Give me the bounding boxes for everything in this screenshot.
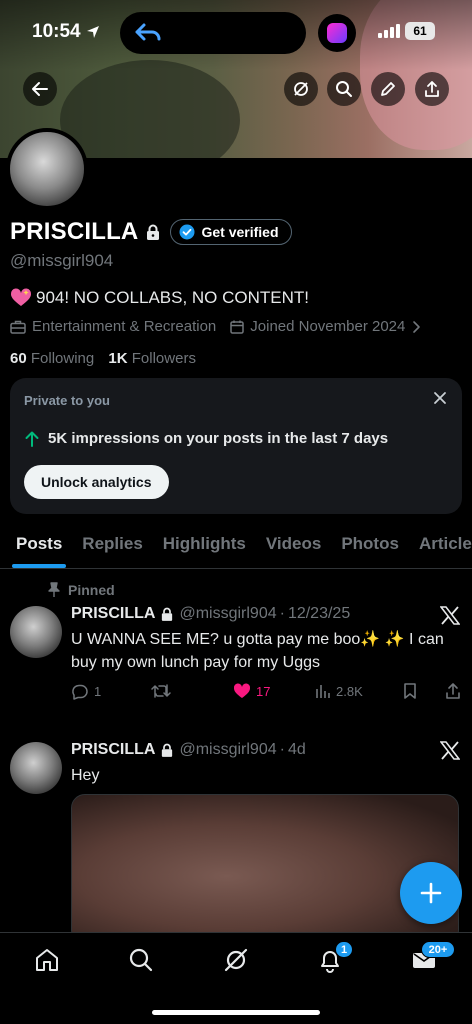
following-link[interactable]: 60 Following (10, 350, 94, 367)
tab-videos[interactable]: Videos (256, 520, 331, 568)
home-icon[interactable] (34, 947, 60, 973)
share-button[interactable] (415, 72, 449, 106)
grok-icon (294, 82, 308, 96)
views-count: 2.8K (336, 683, 363, 699)
analytics-card: Private to you 5K impressions on your po… (10, 378, 462, 514)
arrow-up-icon (25, 431, 39, 447)
get-verified-label: Get verified (201, 224, 279, 240)
post-separator: · (279, 605, 285, 622)
profile-bio: 904! NO COLLABS, NO CONTENT! (10, 288, 309, 308)
back-to-app-icon[interactable] (134, 21, 162, 45)
tab-replies[interactable]: Replies (72, 520, 152, 568)
post-actions: 1 17 2.8K (71, 682, 463, 700)
bio-text: 904! NO COLLABS, NO CONTENT! (36, 288, 310, 307)
home-indicator[interactable] (152, 1010, 320, 1015)
post-author-name[interactable]: PRISCILLA (71, 741, 155, 759)
repost-icon (151, 684, 171, 698)
followers-label: Followers (131, 350, 196, 367)
profile-joined: Joined November 2024 (250, 318, 406, 335)
bookmark-action[interactable] (403, 682, 445, 700)
notifications-badge: 1 (335, 941, 353, 958)
analytics-card-label: Private to you (24, 393, 110, 408)
tab-highlights[interactable]: Highlights (153, 520, 256, 568)
share-icon (425, 81, 439, 97)
profile-handle: @missgirl904 (10, 251, 114, 270)
explore-search-icon[interactable] (128, 947, 154, 973)
x-logo-icon[interactable] (440, 741, 460, 760)
pencil-icon (381, 82, 395, 96)
lock-icon (147, 224, 160, 240)
profile-name: PRISCILLA (10, 218, 139, 245)
battery-indicator: 61 (405, 22, 435, 40)
followers-link[interactable]: 1K Followers (108, 350, 196, 367)
post-avatar[interactable] (10, 742, 62, 794)
pinned-indicator: Pinned (48, 582, 115, 598)
plus-icon (420, 882, 442, 904)
close-icon[interactable] (432, 390, 448, 406)
like-count: 17 (256, 683, 271, 699)
post-author-name[interactable]: PRISCILLA (71, 605, 155, 623)
x-logo-icon[interactable] (440, 606, 460, 625)
edit-profile-button[interactable] (371, 72, 405, 106)
search-icon (336, 81, 352, 97)
post-author-handle[interactable]: @missgirl904 (179, 741, 276, 759)
messages-badge: 20+ (421, 941, 455, 958)
calendar-icon (230, 320, 245, 334)
post-timestamp: 4d (287, 741, 306, 758)
profile-category[interactable]: Entertainment & Recreation (32, 318, 216, 335)
pinned-label: Pinned (68, 582, 115, 598)
reply-action[interactable]: 1 (71, 682, 151, 700)
post-author-handle[interactable]: @missgirl904 (179, 605, 276, 623)
post-text: U WANNA SEE ME? u gotta pay me boo✨ ✨ I … (71, 631, 444, 671)
reply-count: 1 (94, 683, 102, 699)
like-action[interactable]: 17 (233, 683, 315, 699)
post-avatar[interactable] (10, 606, 62, 658)
repost-action[interactable] (151, 683, 233, 699)
arrow-left-icon (32, 82, 48, 96)
chevron-right-icon[interactable] (411, 320, 421, 334)
sparkling-heart-icon (10, 288, 32, 306)
share-post-action[interactable] (445, 682, 461, 700)
followers-count: 1K (108, 350, 128, 367)
status-time: 10:54 (32, 21, 81, 42)
briefcase-icon (10, 320, 26, 334)
following-count: 60 (10, 350, 27, 367)
profile-avatar[interactable] (6, 128, 88, 210)
share-icon (446, 683, 460, 699)
compose-button[interactable] (400, 862, 462, 924)
following-label: Following (30, 350, 95, 367)
search-button[interactable] (327, 72, 361, 106)
tab-photos[interactable]: Photos (331, 520, 409, 568)
back-button[interactable] (23, 72, 57, 106)
impressions-row: 5K impressions on your posts in the last… (24, 430, 388, 447)
heart-filled-icon (233, 683, 251, 698)
lock-icon (162, 607, 173, 621)
follow-counts: 60 Following 1K Followers (10, 350, 196, 367)
reply-icon (72, 684, 88, 700)
profile-meta: Entertainment & Recreation Joined Novemb… (10, 318, 421, 335)
post-timestamp: 12/23/25 (287, 605, 351, 622)
unlock-analytics-button[interactable]: Unlock analytics (24, 465, 169, 499)
dynamic-island[interactable] (120, 12, 306, 54)
bookmark-icon (404, 683, 416, 699)
lock-icon (162, 743, 173, 757)
views-action[interactable]: 2.8K (315, 683, 403, 699)
impressions-text: 5K impressions on your posts in the last… (48, 430, 389, 447)
post-media-image[interactable] (71, 794, 459, 944)
cellular-signal-icon (378, 24, 400, 38)
pin-icon (48, 582, 60, 597)
grok-nav-icon[interactable] (223, 947, 249, 973)
tab-posts[interactable]: Posts (0, 520, 72, 568)
profile-tabs: Posts Replies Highlights Videos Photos A… (0, 520, 472, 569)
grok-button[interactable] (284, 72, 318, 106)
post-text: Hey (71, 767, 100, 784)
location-arrow-icon (87, 26, 99, 38)
live-activity-app-icon[interactable] (318, 14, 356, 52)
get-verified-button[interactable]: Get verified (170, 219, 292, 245)
tab-articles[interactable]: Articles (409, 520, 472, 568)
views-chart-icon (316, 685, 330, 698)
status-bar: 10:54 61 (0, 0, 472, 64)
verified-badge-icon (179, 224, 195, 240)
post-separator: · (279, 741, 285, 758)
